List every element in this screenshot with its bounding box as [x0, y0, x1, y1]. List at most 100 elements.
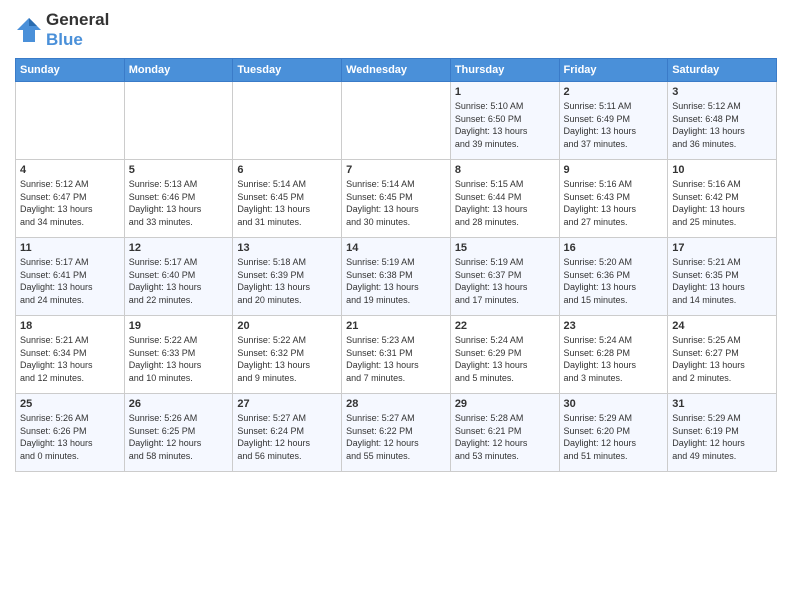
- day-number: 18: [20, 320, 120, 332]
- day-info: Sunrise: 5:24 AM Sunset: 6:29 PM Dayligh…: [455, 334, 555, 384]
- calendar-cell: 2Sunrise: 5:11 AM Sunset: 6:49 PM Daylig…: [559, 82, 668, 160]
- calendar-cell: [233, 82, 342, 160]
- day-info: Sunrise: 5:17 AM Sunset: 6:41 PM Dayligh…: [20, 256, 120, 306]
- calendar-cell: 25 Sunrise: 5:26 AM Sunset: 6:26 PM Dayli…: [16, 394, 125, 472]
- day-info: Sunrise: 5:22 AM Sunset: 6:32 PM Dayligh…: [237, 334, 337, 384]
- day-info: Sunrise: 5:26 AM Sunset: 6:25 PM Dayligh…: [129, 412, 229, 462]
- day-number: 11: [20, 242, 120, 254]
- day-info: Sunrise: 5:16 AM Sunset: 6:42 PM Dayligh…: [672, 178, 772, 228]
- day-info: Sunrise: 5:21 AM Sunset: 6:34 PM Dayligh…: [20, 334, 120, 384]
- calendar-table: SundayMondayTuesdayWednesdayThursdayFrid…: [15, 58, 777, 472]
- logo-text: General Blue: [46, 10, 109, 50]
- day-number: 27: [237, 398, 337, 410]
- calendar-cell: 10 Sunrise: 5:16 AM Sunset: 6:42 PM Dayli…: [668, 160, 777, 238]
- day-number: 22: [455, 320, 555, 332]
- calendar-cell: 6 Sunrise: 5:14 AM Sunset: 6:45 PM Daylig…: [233, 160, 342, 238]
- calendar-cell: 15 Sunrise: 5:19 AM Sunset: 6:37 PM Dayli…: [450, 238, 559, 316]
- weekday-header-thursday: Thursday: [450, 59, 559, 82]
- day-number: 31: [672, 398, 772, 410]
- logo-icon: [15, 16, 43, 44]
- calendar-cell: 20Sunrise: 5:22 AM Sunset: 6:32 PM Dayli…: [233, 316, 342, 394]
- calendar-cell: 16 Sunrise: 5:20 AM Sunset: 6:36 PM Dayli…: [559, 238, 668, 316]
- day-number: 29: [455, 398, 555, 410]
- day-number: 19: [129, 320, 229, 332]
- day-number: 25: [20, 398, 120, 410]
- calendar-cell: 9Sunrise: 5:16 AM Sunset: 6:43 PM Daylig…: [559, 160, 668, 238]
- calendar-cell: 17Sunrise: 5:21 AM Sunset: 6:35 PM Dayli…: [668, 238, 777, 316]
- calendar-cell: 27 Sunrise: 5:27 AM Sunset: 6:24 PM Dayli…: [233, 394, 342, 472]
- calendar-cell: [124, 82, 233, 160]
- day-info: Sunrise: 5:14 AM Sunset: 6:45 PM Dayligh…: [237, 178, 337, 228]
- day-info: Sunrise: 5:18 AM Sunset: 6:39 PM Dayligh…: [237, 256, 337, 306]
- calendar-cell: 26 Sunrise: 5:26 AM Sunset: 6:25 PM Dayli…: [124, 394, 233, 472]
- day-info: Sunrise: 5:12 AM Sunset: 6:48 PM Dayligh…: [672, 100, 772, 150]
- day-number: 5: [129, 164, 229, 176]
- weekday-header-sunday: Sunday: [16, 59, 125, 82]
- weekday-header-row: SundayMondayTuesdayWednesdayThursdayFrid…: [16, 59, 777, 82]
- day-number: 30: [564, 398, 664, 410]
- weekday-header-wednesday: Wednesday: [342, 59, 451, 82]
- calendar-cell: 31Sunrise: 5:29 AM Sunset: 6:19 PM Dayli…: [668, 394, 777, 472]
- day-number: 10: [672, 164, 772, 176]
- day-info: Sunrise: 5:23 AM Sunset: 6:31 PM Dayligh…: [346, 334, 446, 384]
- calendar-cell: 3 Sunrise: 5:12 AM Sunset: 6:48 PM Daylig…: [668, 82, 777, 160]
- day-number: 3: [672, 86, 772, 98]
- calendar-cell: 24 Sunrise: 5:25 AM Sunset: 6:27 PM Dayli…: [668, 316, 777, 394]
- day-info: Sunrise: 5:20 AM Sunset: 6:36 PM Dayligh…: [564, 256, 664, 306]
- calendar-cell: 28 Sunrise: 5:27 AM Sunset: 6:22 PM Dayli…: [342, 394, 451, 472]
- day-number: 23: [564, 320, 664, 332]
- day-info: Sunrise: 5:21 AM Sunset: 6:35 PM Dayligh…: [672, 256, 772, 306]
- day-info: Sunrise: 5:15 AM Sunset: 6:44 PM Dayligh…: [455, 178, 555, 228]
- calendar-cell: 29 Sunrise: 5:28 AM Sunset: 6:21 PM Dayli…: [450, 394, 559, 472]
- page-container: General Blue SundayMondayTuesdayWednesda…: [0, 0, 792, 482]
- calendar-cell: 21Sunrise: 5:23 AM Sunset: 6:31 PM Dayli…: [342, 316, 451, 394]
- calendar-cell: 5Sunrise: 5:13 AM Sunset: 6:46 PM Daylig…: [124, 160, 233, 238]
- day-number: 15: [455, 242, 555, 254]
- calendar-cell: 1 Sunrise: 5:10 AM Sunset: 6:50 PM Daylig…: [450, 82, 559, 160]
- day-number: 12: [129, 242, 229, 254]
- day-number: 24: [672, 320, 772, 332]
- calendar-cell: 13 Sunrise: 5:18 AM Sunset: 6:39 PM Dayli…: [233, 238, 342, 316]
- weekday-header-friday: Friday: [559, 59, 668, 82]
- calendar-cell: 7 Sunrise: 5:14 AM Sunset: 6:45 PM Daylig…: [342, 160, 451, 238]
- day-info: Sunrise: 5:25 AM Sunset: 6:27 PM Dayligh…: [672, 334, 772, 384]
- day-number: 6: [237, 164, 337, 176]
- day-number: 28: [346, 398, 446, 410]
- day-number: 2: [564, 86, 664, 98]
- day-number: 26: [129, 398, 229, 410]
- day-info: Sunrise: 5:14 AM Sunset: 6:45 PM Dayligh…: [346, 178, 446, 228]
- day-info: Sunrise: 5:28 AM Sunset: 6:21 PM Dayligh…: [455, 412, 555, 462]
- day-number: 16: [564, 242, 664, 254]
- day-info: Sunrise: 5:22 AM Sunset: 6:33 PM Dayligh…: [129, 334, 229, 384]
- day-info: Sunrise: 5:19 AM Sunset: 6:37 PM Dayligh…: [455, 256, 555, 306]
- day-info: Sunrise: 5:19 AM Sunset: 6:38 PM Dayligh…: [346, 256, 446, 306]
- calendar-cell: 30 Sunrise: 5:29 AM Sunset: 6:20 PM Dayli…: [559, 394, 668, 472]
- weekday-header-saturday: Saturday: [668, 59, 777, 82]
- calendar-cell: [342, 82, 451, 160]
- day-info: Sunrise: 5:26 AM Sunset: 6:26 PM Dayligh…: [20, 412, 120, 462]
- calendar-cell: 14 Sunrise: 5:19 AM Sunset: 6:38 PM Dayli…: [342, 238, 451, 316]
- logo: General Blue: [15, 10, 109, 50]
- calendar-cell: 8Sunrise: 5:15 AM Sunset: 6:44 PM Daylig…: [450, 160, 559, 238]
- calendar-week-row: 11 Sunrise: 5:17 AM Sunset: 6:41 PM Dayli…: [16, 238, 777, 316]
- calendar-cell: 22 Sunrise: 5:24 AM Sunset: 6:29 PM Dayli…: [450, 316, 559, 394]
- day-info: Sunrise: 5:17 AM Sunset: 6:40 PM Dayligh…: [129, 256, 229, 306]
- day-info: Sunrise: 5:24 AM Sunset: 6:28 PM Dayligh…: [564, 334, 664, 384]
- day-info: Sunrise: 5:27 AM Sunset: 6:24 PM Dayligh…: [237, 412, 337, 462]
- day-info: Sunrise: 5:29 AM Sunset: 6:20 PM Dayligh…: [564, 412, 664, 462]
- calendar-cell: 11 Sunrise: 5:17 AM Sunset: 6:41 PM Dayli…: [16, 238, 125, 316]
- calendar-cell: 19 Sunrise: 5:22 AM Sunset: 6:33 PM Dayli…: [124, 316, 233, 394]
- day-info: Sunrise: 5:27 AM Sunset: 6:22 PM Dayligh…: [346, 412, 446, 462]
- day-number: 4: [20, 164, 120, 176]
- day-number: 9: [564, 164, 664, 176]
- day-number: 1: [455, 86, 555, 98]
- day-info: Sunrise: 5:10 AM Sunset: 6:50 PM Dayligh…: [455, 100, 555, 150]
- calendar-cell: [16, 82, 125, 160]
- day-number: 13: [237, 242, 337, 254]
- calendar-cell: 18 Sunrise: 5:21 AM Sunset: 6:34 PM Dayli…: [16, 316, 125, 394]
- calendar-cell: 12 Sunrise: 5:17 AM Sunset: 6:40 PM Dayli…: [124, 238, 233, 316]
- page-header: General Blue: [15, 10, 777, 50]
- calendar-week-row: 1 Sunrise: 5:10 AM Sunset: 6:50 PM Daylig…: [16, 82, 777, 160]
- day-number: 14: [346, 242, 446, 254]
- day-number: 7: [346, 164, 446, 176]
